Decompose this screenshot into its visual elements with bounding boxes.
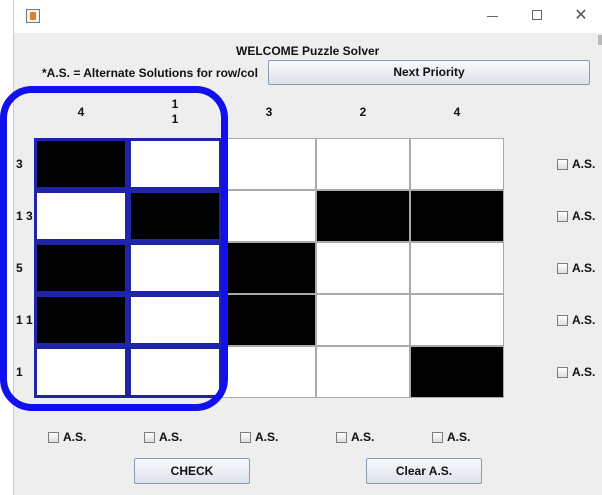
checkbox-label: A.S.: [572, 261, 596, 275]
grid-cell[interactable]: [316, 294, 410, 346]
checkbox-box[interactable]: [48, 431, 59, 443]
grid-cell[interactable]: [410, 294, 504, 346]
grid-cell[interactable]: [34, 242, 128, 294]
checkbox-label: A.S.: [447, 430, 471, 444]
column-clue: 4: [453, 105, 461, 119]
grid-cell[interactable]: [222, 346, 316, 398]
maximize-button[interactable]: [527, 5, 549, 27]
checkbox-label: A.S.: [572, 209, 596, 223]
checkbox-label: A.S.: [572, 157, 596, 171]
grid-cell[interactable]: [410, 242, 504, 294]
grid-cell[interactable]: [222, 190, 316, 242]
column-clue: 4: [77, 105, 85, 119]
check-button[interactable]: CHECK: [134, 458, 250, 484]
next-priority-button[interactable]: Next Priority: [268, 60, 590, 85]
grid-cell[interactable]: [128, 138, 222, 190]
grid-cell[interactable]: [34, 190, 128, 242]
column-alternate-checkbox[interactable]: A.S.: [336, 430, 374, 444]
grid-cell[interactable]: [128, 294, 222, 346]
grid-cell[interactable]: [410, 346, 504, 398]
close-button[interactable]: ✕: [570, 5, 592, 27]
row-clue: 5: [16, 261, 23, 275]
grid-cell[interactable]: [316, 190, 410, 242]
row-clue: 1 3: [16, 209, 33, 223]
minimize-button[interactable]: [482, 5, 504, 27]
clear-as-button[interactable]: Clear A.S.: [366, 458, 482, 484]
puzzle-grid: [34, 138, 504, 398]
column-alternate-checkbox[interactable]: A.S.: [240, 430, 278, 444]
column-clue: 3: [265, 105, 273, 119]
maximize-icon: [532, 10, 542, 20]
grid-cell[interactable]: [316, 138, 410, 190]
checkbox-box[interactable]: [557, 366, 568, 378]
title-bar: ✕: [14, 0, 602, 33]
grid-cell[interactable]: [222, 138, 316, 190]
row-alternate-checkbox[interactable]: A.S.: [557, 365, 595, 379]
column-alternate-checkbox[interactable]: A.S.: [432, 430, 470, 444]
alternate-solutions-note: *A.S. = Alternate Solutions for row/col: [42, 66, 258, 80]
row-alternate-checkbox[interactable]: A.S.: [557, 261, 595, 275]
checkbox-box[interactable]: [557, 262, 568, 274]
grid-cell[interactable]: [128, 190, 222, 242]
window-edge-mark: [598, 35, 602, 45]
row-clue: 3: [16, 157, 23, 171]
checkbox-label: A.S.: [255, 430, 279, 444]
grid-cell[interactable]: [128, 242, 222, 294]
checkbox-box[interactable]: [432, 431, 443, 443]
checkbox-box[interactable]: [557, 210, 568, 222]
checkbox-box[interactable]: [240, 431, 251, 443]
close-icon: ✕: [574, 7, 588, 24]
column-alternate-checkbox[interactable]: A.S.: [144, 430, 182, 444]
grid-cell[interactable]: [128, 346, 222, 398]
grid-cell[interactable]: [222, 294, 316, 346]
checkbox-box[interactable]: [557, 158, 568, 170]
checkbox-label: A.S.: [572, 365, 596, 379]
column-clue: 2: [359, 105, 367, 119]
checkbox-box[interactable]: [336, 431, 347, 443]
checkbox-label: A.S.: [63, 430, 87, 444]
row-clue: 1 1: [16, 313, 33, 327]
app-window: ✕ WELCOME Puzzle Solver *A.S. = Alternat…: [13, 0, 602, 495]
checkbox-box[interactable]: [144, 431, 155, 443]
grid-cell[interactable]: [222, 242, 316, 294]
minimize-icon: [487, 16, 498, 17]
grid-cell[interactable]: [34, 138, 128, 190]
checkbox-box[interactable]: [557, 314, 568, 326]
grid-cell[interactable]: [410, 190, 504, 242]
grid-cell[interactable]: [316, 346, 410, 398]
grid-cell[interactable]: [316, 242, 410, 294]
column-clue: 11: [171, 97, 179, 126]
row-alternate-checkbox[interactable]: A.S.: [557, 157, 595, 171]
row-alternate-checkbox[interactable]: A.S.: [557, 209, 595, 223]
java-icon: [26, 9, 40, 23]
grid-cell[interactable]: [34, 346, 128, 398]
checkbox-label: A.S.: [572, 313, 596, 327]
grid-cell[interactable]: [410, 138, 504, 190]
grid-cell[interactable]: [34, 294, 128, 346]
row-alternate-checkbox[interactable]: A.S.: [557, 313, 595, 327]
checkbox-label: A.S.: [351, 430, 375, 444]
window-heading: WELCOME Puzzle Solver: [236, 44, 380, 58]
checkbox-label: A.S.: [159, 430, 183, 444]
row-clue: 1: [16, 365, 23, 379]
column-alternate-checkbox[interactable]: A.S.: [48, 430, 86, 444]
